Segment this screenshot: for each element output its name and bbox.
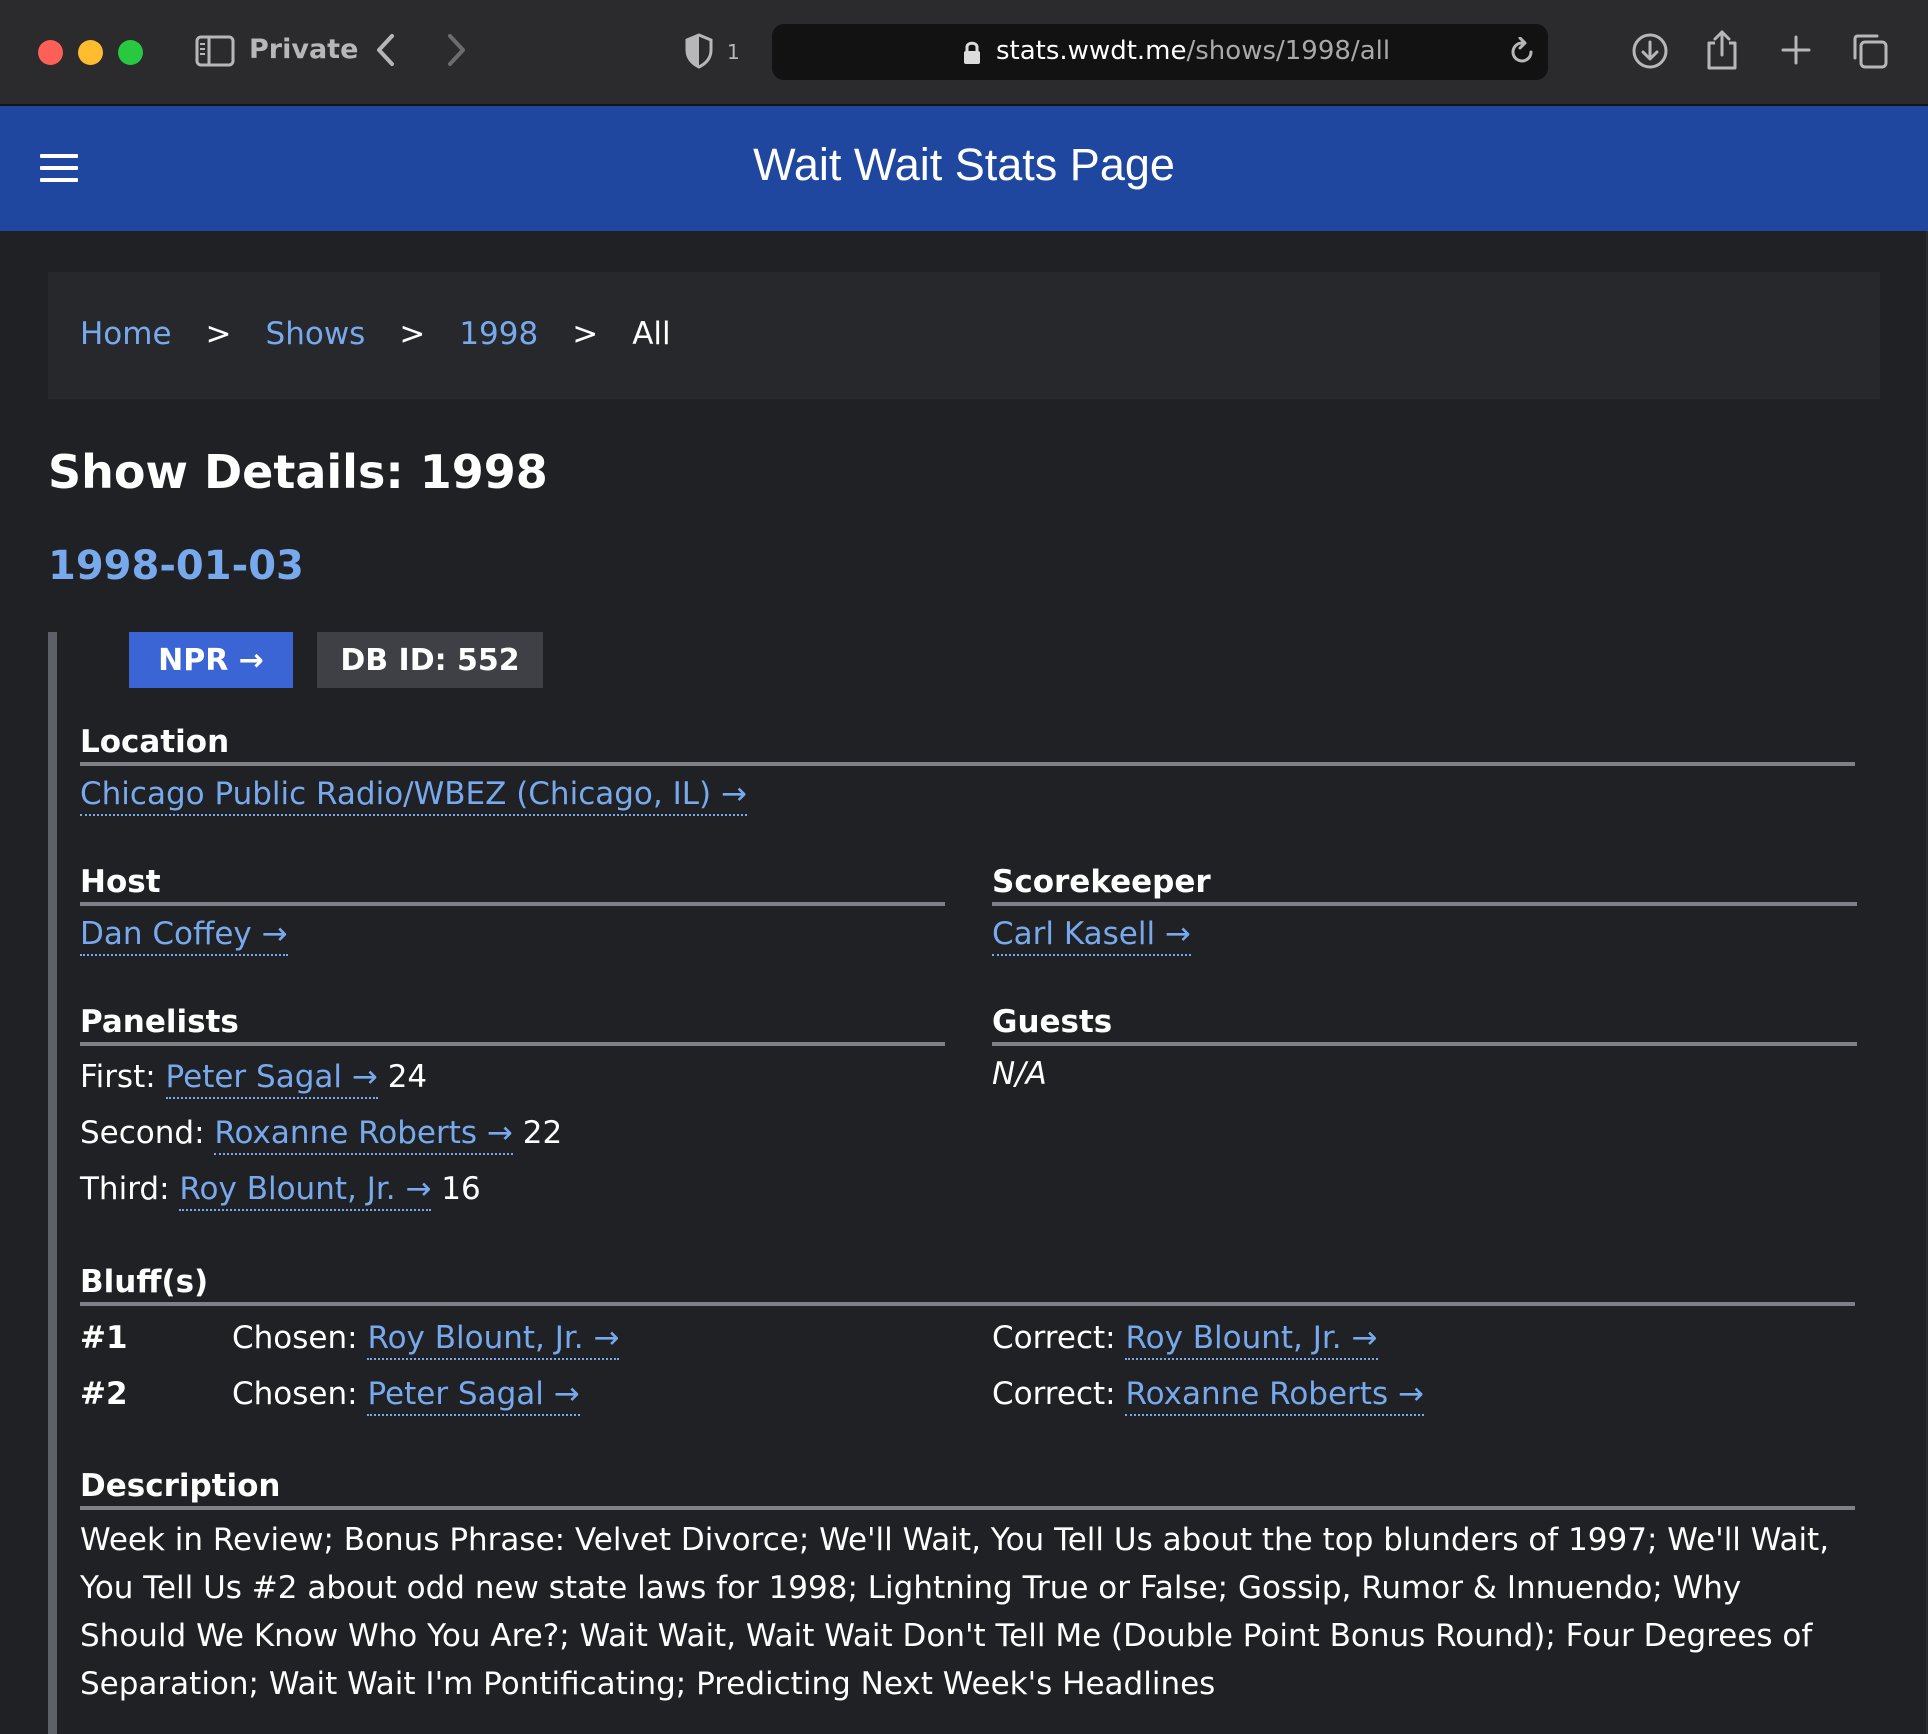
app-header: Wait Wait Stats Page (0, 106, 1928, 231)
zoom-window-button[interactable] (118, 40, 143, 65)
description-text: Week in Review; Bonus Phrase: Velvet Div… (80, 1522, 1830, 1702)
reload-icon[interactable] (1507, 36, 1537, 67)
panelists-heading: Panelists (80, 1004, 945, 1046)
tab-overview-icon[interactable] (1850, 31, 1890, 71)
address-bar[interactable]: stats.wwdt.me/shows/1998/all (772, 24, 1548, 80)
private-label: Private (249, 34, 359, 65)
location-link[interactable]: Chicago Public Radio/WBEZ (Chicago, IL) … (80, 776, 747, 816)
host-heading: Host (80, 864, 945, 906)
back-arrow-icon[interactable] (370, 30, 402, 70)
close-window-button[interactable] (38, 40, 63, 65)
scorekeeper-link[interactable]: Carl Kasell → (992, 916, 1191, 956)
panelist-position: Third: (80, 1171, 170, 1207)
app-title[interactable]: Wait Wait Stats Page (0, 139, 1928, 191)
url-text: stats.wwdt.me/shows/1998/all (996, 36, 1390, 66)
location-row: Chicago Public Radio/WBEZ (Chicago, IL) … (80, 776, 747, 816)
breadcrumb-home[interactable]: Home (80, 316, 172, 352)
tracker-count: 1 (727, 40, 740, 64)
panelist-position: Second: (80, 1115, 205, 1151)
scorekeeper-row: Carl Kasell → (992, 916, 1191, 956)
panelist-row: Second: Roxanne Roberts → 22 (80, 1115, 563, 1155)
show-details-content: Location Chicago Public Radio/WBEZ (Chic… (0, 632, 1928, 1734)
host-link[interactable]: Dan Coffey → (80, 916, 288, 956)
bluff-number: #2 (80, 1376, 128, 1412)
scorekeeper-heading: Scorekeeper (992, 864, 1857, 906)
guests-value: N/A (992, 1056, 1047, 1092)
panelist-position: First: (80, 1059, 156, 1095)
bluff-chosen-link[interactable]: Peter Sagal → (367, 1376, 580, 1416)
panelist-score: 24 (387, 1059, 428, 1095)
bluff-number: #1 (80, 1320, 128, 1356)
sidebar-toggle-icon[interactable] (194, 32, 236, 70)
bluff-correct: Correct: Roy Blount, Jr. → (992, 1320, 1378, 1360)
forward-arrow-icon[interactable] (440, 30, 472, 70)
share-icon[interactable] (1704, 28, 1740, 72)
panelist-link[interactable]: Roy Blount, Jr. → (179, 1171, 432, 1211)
panelist-row: First: Peter Sagal → 24 (80, 1059, 428, 1099)
breadcrumb-current: All (632, 316, 671, 352)
bluff-correct-label: Correct: (992, 1376, 1116, 1412)
new-tab-icon[interactable] (1778, 32, 1814, 68)
panelist-score: 16 (441, 1171, 481, 1207)
panelist-score: 22 (522, 1115, 563, 1151)
breadcrumb-shows[interactable]: Shows (266, 316, 366, 352)
panelist-row: Third: Roy Blount, Jr. → 16 (80, 1171, 481, 1211)
breadcrumb-separator: > (205, 316, 232, 352)
breadcrumb: Home > Shows > 1998 > All (80, 316, 671, 352)
breadcrumb-separator: > (399, 316, 426, 352)
minimize-window-button[interactable] (78, 40, 103, 65)
panelist-link[interactable]: Peter Sagal → (165, 1059, 378, 1099)
privacy-shield-icon[interactable] (682, 31, 716, 71)
breadcrumb-year[interactable]: 1998 (459, 316, 538, 352)
bluff-correct: Correct: Roxanne Roberts → (992, 1376, 1424, 1416)
bluff-chosen: Chosen: Roy Blount, Jr. → (232, 1320, 620, 1360)
guests-heading: Guests (992, 1004, 1857, 1046)
url-path: /shows/1998/all (1186, 36, 1391, 66)
description-heading: Description (80, 1468, 1855, 1510)
panelist-link[interactable]: Roxanne Roberts → (214, 1115, 513, 1155)
host-row: Dan Coffey → (80, 916, 288, 956)
bluff-chosen-label: Chosen: (232, 1376, 358, 1412)
location-heading: Location (80, 724, 1855, 766)
bluff-correct-link[interactable]: Roy Blount, Jr. → (1125, 1320, 1378, 1360)
browser-toolbar: Private 1 stats.wwdt.me/shows/1998/all (0, 0, 1928, 106)
breadcrumb-separator: > (572, 316, 599, 352)
url-host: stats.wwdt.me (996, 36, 1187, 66)
bluff-chosen-link[interactable]: Roy Blount, Jr. → (367, 1320, 620, 1360)
page-title: Show Details: 1998 (48, 445, 548, 499)
bluff-correct-link[interactable]: Roxanne Roberts → (1125, 1376, 1424, 1416)
browser-window: Private 1 stats.wwdt.me/shows/1998/all W… (0, 0, 1928, 1734)
breadcrumb-container: Home > Shows > 1998 > All (48, 272, 1880, 399)
download-icon[interactable] (1630, 31, 1670, 71)
bluff-chosen-label: Chosen: (232, 1320, 358, 1356)
show-date-link[interactable]: 1998-01-03 (48, 543, 304, 589)
bluff-correct-label: Correct: (992, 1320, 1116, 1356)
bluffs-heading: Bluff(s) (80, 1264, 1855, 1306)
bluff-chosen: Chosen: Peter Sagal → (232, 1376, 580, 1416)
lock-icon (962, 40, 984, 66)
